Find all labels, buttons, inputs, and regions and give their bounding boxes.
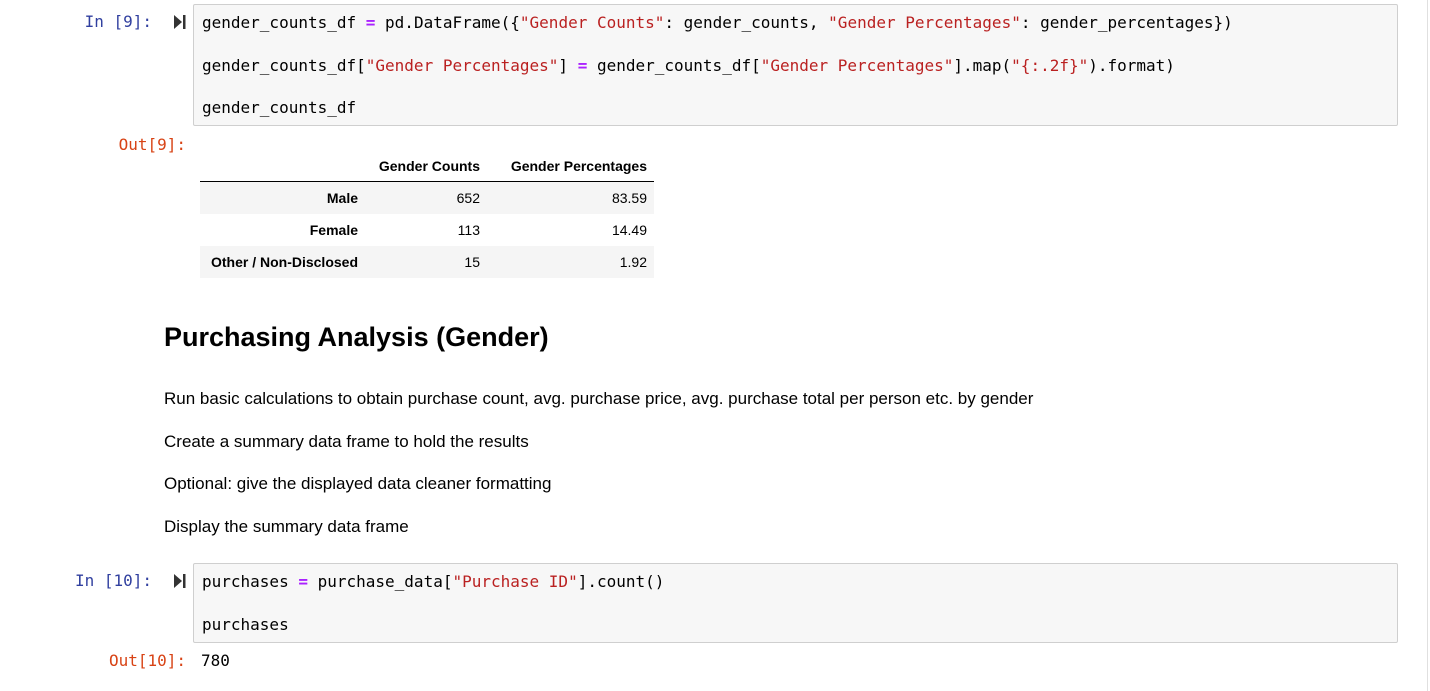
table-cell: 15 [464,254,480,270]
code-text: ].map( [953,56,1012,75]
code-line: gender_counts_df [202,98,356,117]
code-text: purchase_data[ [307,572,453,591]
table-cell: 83.59 [611,190,647,206]
code-text: ).format) [1088,56,1175,75]
code-string: "Gender Percentages" [760,56,954,75]
table-row: Male 652 83.59 [200,181,654,214]
run-step-icon[interactable] [174,15,186,29]
index-header [200,150,365,182]
code-string: "Gender Percentages" [365,56,559,75]
code-string: "Gender Percentages" [828,13,1021,32]
code-line: purchases = purchase_data["Purchase ID"]… [202,572,664,591]
code-operator: = [298,572,308,591]
row-index: Female [309,222,358,238]
table-cell: 652 [456,190,480,206]
input-prompt-10: In [10]: [74,571,152,590]
code-text: gender_counts_df [202,98,357,117]
table-cell: 113 [457,222,480,238]
code-string: "{:.2f}" [1011,56,1089,75]
code-text: purchases [202,572,299,591]
column-header: Gender Percentages [487,150,654,182]
code-text: gender_counts_df [202,13,366,32]
code-text: : gender_counts, [664,13,829,32]
code-text: : gender_percentages}) [1020,13,1233,32]
code-line: purchases [202,615,289,634]
markdown-paragraph: Optional: give the displayed data cleane… [164,474,552,493]
output-prompt-9: Out[9]: [118,135,186,154]
code-text: pd.DataFrame({ [375,13,520,32]
row-index: Other / Non-Disclosed [210,254,358,270]
code-text: ].count() [577,572,665,591]
code-cell-9[interactable]: gender_counts_df = pd.DataFrame({"Gender… [193,4,1398,126]
output-value: 780 [201,651,230,670]
row-index: Male [326,190,358,206]
code-cell-10[interactable]: purchases = purchase_data["Purchase ID"]… [193,563,1398,643]
markdown-heading: Purchasing Analysis (Gender) [164,322,549,352]
markdown-paragraph: Create a summary data frame to hold the … [164,432,529,451]
table-cell: 1.92 [619,254,647,270]
table-header-row: Gender Counts Gender Percentages [200,150,654,182]
code-text: gender_counts_df[ [202,56,366,75]
markdown-paragraph: Display the summary data frame [164,517,409,536]
column-header: Gender Counts [365,150,487,182]
code-line: gender_counts_df["Gender Percentages"] =… [202,56,1175,75]
run-step-icon[interactable] [174,574,186,588]
notebook-right-border [1427,0,1428,691]
table-row: Other / Non-Disclosed 15 1.92 [200,246,654,278]
code-operator: = [577,56,588,75]
code-line: gender_counts_df = pd.DataFrame({"Gender… [202,13,1233,32]
code-string: "Purchase ID" [452,572,578,591]
markdown-paragraph: Run basic calculations to obtain purchas… [164,389,1034,408]
code-string: "Gender Counts" [519,13,665,32]
output-prompt-10: Out[10]: [108,651,186,670]
code-text: purchases [202,615,289,634]
input-prompt-9: In [9]: [84,12,152,31]
table-cell: 14.49 [611,222,647,238]
table-row: Female 113 14.49 [200,214,654,246]
code-text: ] [558,56,578,75]
dataframe-table: Gender Counts Gender Percentages Male 65… [200,150,654,278]
code-text: gender_counts_df[ [587,56,761,75]
code-operator: = [365,13,376,32]
